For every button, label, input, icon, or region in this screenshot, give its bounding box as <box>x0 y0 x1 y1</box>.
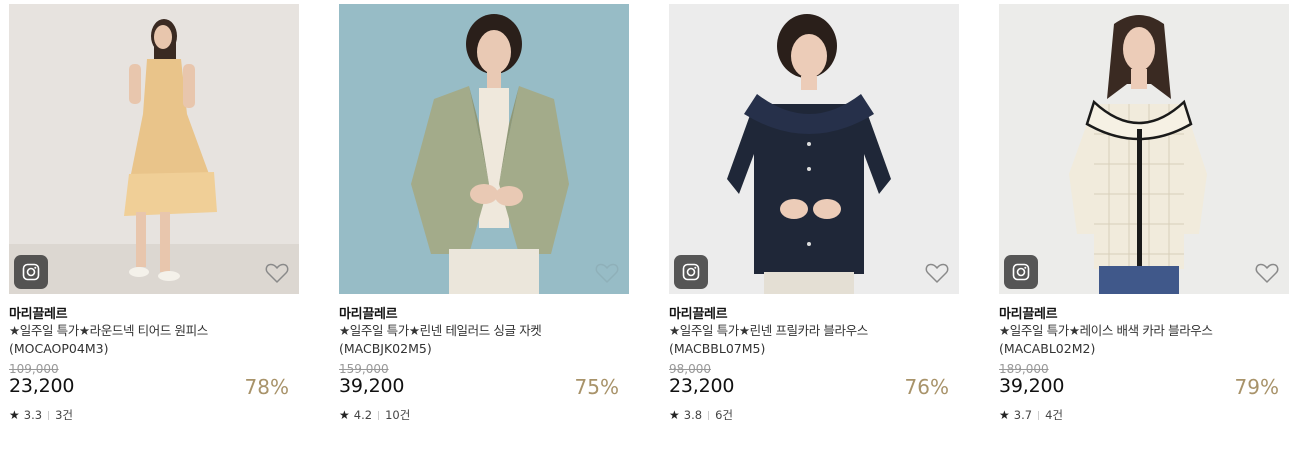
original-price: 109,000 <box>9 362 59 376</box>
brand-name[interactable]: 마리끌레르 <box>999 303 1058 322</box>
product-image[interactable] <box>339 4 629 294</box>
star-icon: ★ <box>999 408 1010 422</box>
divider <box>1038 410 1040 420</box>
heart-icon <box>595 263 619 283</box>
product-photo-jacket <box>339 4 629 294</box>
product-name[interactable]: ★일주일 특가★레이스 배색 카라 블라우스 <box>999 322 1289 340</box>
product-code[interactable]: (MOCAOP04M3) <box>9 340 108 358</box>
sale-price: 39,200 <box>339 375 405 397</box>
instagram-button[interactable] <box>14 255 48 289</box>
instagram-icon <box>22 263 40 281</box>
rating-summary: ★ 3.7 4건 <box>999 407 1063 423</box>
review-count: 10건 <box>385 408 411 422</box>
rating-summary: ★ 3.3 3건 <box>9 407 73 423</box>
instagram-button[interactable] <box>674 255 708 289</box>
divider <box>708 410 710 420</box>
product-image[interactable] <box>9 4 299 294</box>
rating-summary: ★ 4.2 10건 <box>339 407 410 423</box>
product-card[interactable]: 마리끌레르 ★일주일 특가★레이스 배색 카라 블라우스 (MACABL02M2… <box>999 4 1289 434</box>
brand-name[interactable]: 마리끌레르 <box>339 303 398 322</box>
product-grid: 마리끌레르 ★일주일 특가★라운드넥 티어드 원피스 (MOCAOP04M3) … <box>9 4 1289 444</box>
discount-rate: 79% <box>1234 375 1279 399</box>
sale-price: 23,200 <box>669 375 735 397</box>
discount-rate: 78% <box>244 375 289 399</box>
product-code[interactable]: (MACBJK02M5) <box>339 340 432 358</box>
sale-price: 23,200 <box>9 375 75 397</box>
star-icon: ★ <box>9 408 20 422</box>
instagram-icon <box>1012 263 1030 281</box>
discount-rate: 76% <box>904 375 949 399</box>
divider <box>48 410 50 420</box>
star-icon: ★ <box>339 408 350 422</box>
heart-icon <box>265 263 289 283</box>
product-image[interactable] <box>999 4 1289 294</box>
original-price: 159,000 <box>339 362 389 376</box>
rating-score: 3.3 <box>23 408 43 422</box>
product-card[interactable]: 마리끌레르 ★일주일 특가★라운드넥 티어드 원피스 (MOCAOP04M3) … <box>9 4 299 434</box>
wishlist-button[interactable] <box>594 260 620 286</box>
brand-name[interactable]: 마리끌레르 <box>669 303 728 322</box>
review-count: 4건 <box>1045 408 1063 422</box>
original-price: 189,000 <box>999 362 1049 376</box>
heart-icon <box>925 263 949 283</box>
product-name[interactable]: ★일주일 특가★린넨 프릴카라 블라우스 <box>669 322 959 340</box>
wishlist-button[interactable] <box>924 260 950 286</box>
product-name[interactable]: ★일주일 특가★라운드넥 티어드 원피스 <box>9 322 299 340</box>
product-photo-blouse-lace <box>999 4 1289 294</box>
product-code[interactable]: (MACABL02M2) <box>999 340 1095 358</box>
product-photo-blouse-navy <box>669 4 959 294</box>
wishlist-button[interactable] <box>264 260 290 286</box>
brand-name[interactable]: 마리끌레르 <box>9 303 68 322</box>
product-name[interactable]: ★일주일 특가★린넨 테일러드 싱글 자켓 <box>339 322 629 340</box>
wishlist-button[interactable] <box>1254 260 1280 286</box>
instagram-button[interactable] <box>1004 255 1038 289</box>
sale-price: 39,200 <box>999 375 1065 397</box>
product-card[interactable]: 마리끌레르 ★일주일 특가★린넨 테일러드 싱글 자켓 (MACBJK02M5)… <box>339 4 629 434</box>
product-code[interactable]: (MACBBL07M5) <box>669 340 765 358</box>
discount-rate: 75% <box>574 375 619 399</box>
rating-score: 4.2 <box>353 408 373 422</box>
product-card[interactable]: 마리끌레르 ★일주일 특가★린넨 프릴카라 블라우스 (MACBBL07M5) … <box>669 4 959 434</box>
rating-score: 3.8 <box>683 408 703 422</box>
review-count: 6건 <box>715 408 733 422</box>
divider <box>378 410 380 420</box>
instagram-icon <box>682 263 700 281</box>
review-count: 3건 <box>55 408 73 422</box>
star-icon: ★ <box>669 408 680 422</box>
heart-icon <box>1255 263 1279 283</box>
product-image[interactable] <box>669 4 959 294</box>
original-price: 98,000 <box>669 362 711 376</box>
rating-score: 3.7 <box>1013 408 1033 422</box>
product-photo-dress <box>9 4 299 294</box>
rating-summary: ★ 3.8 6건 <box>669 407 733 423</box>
